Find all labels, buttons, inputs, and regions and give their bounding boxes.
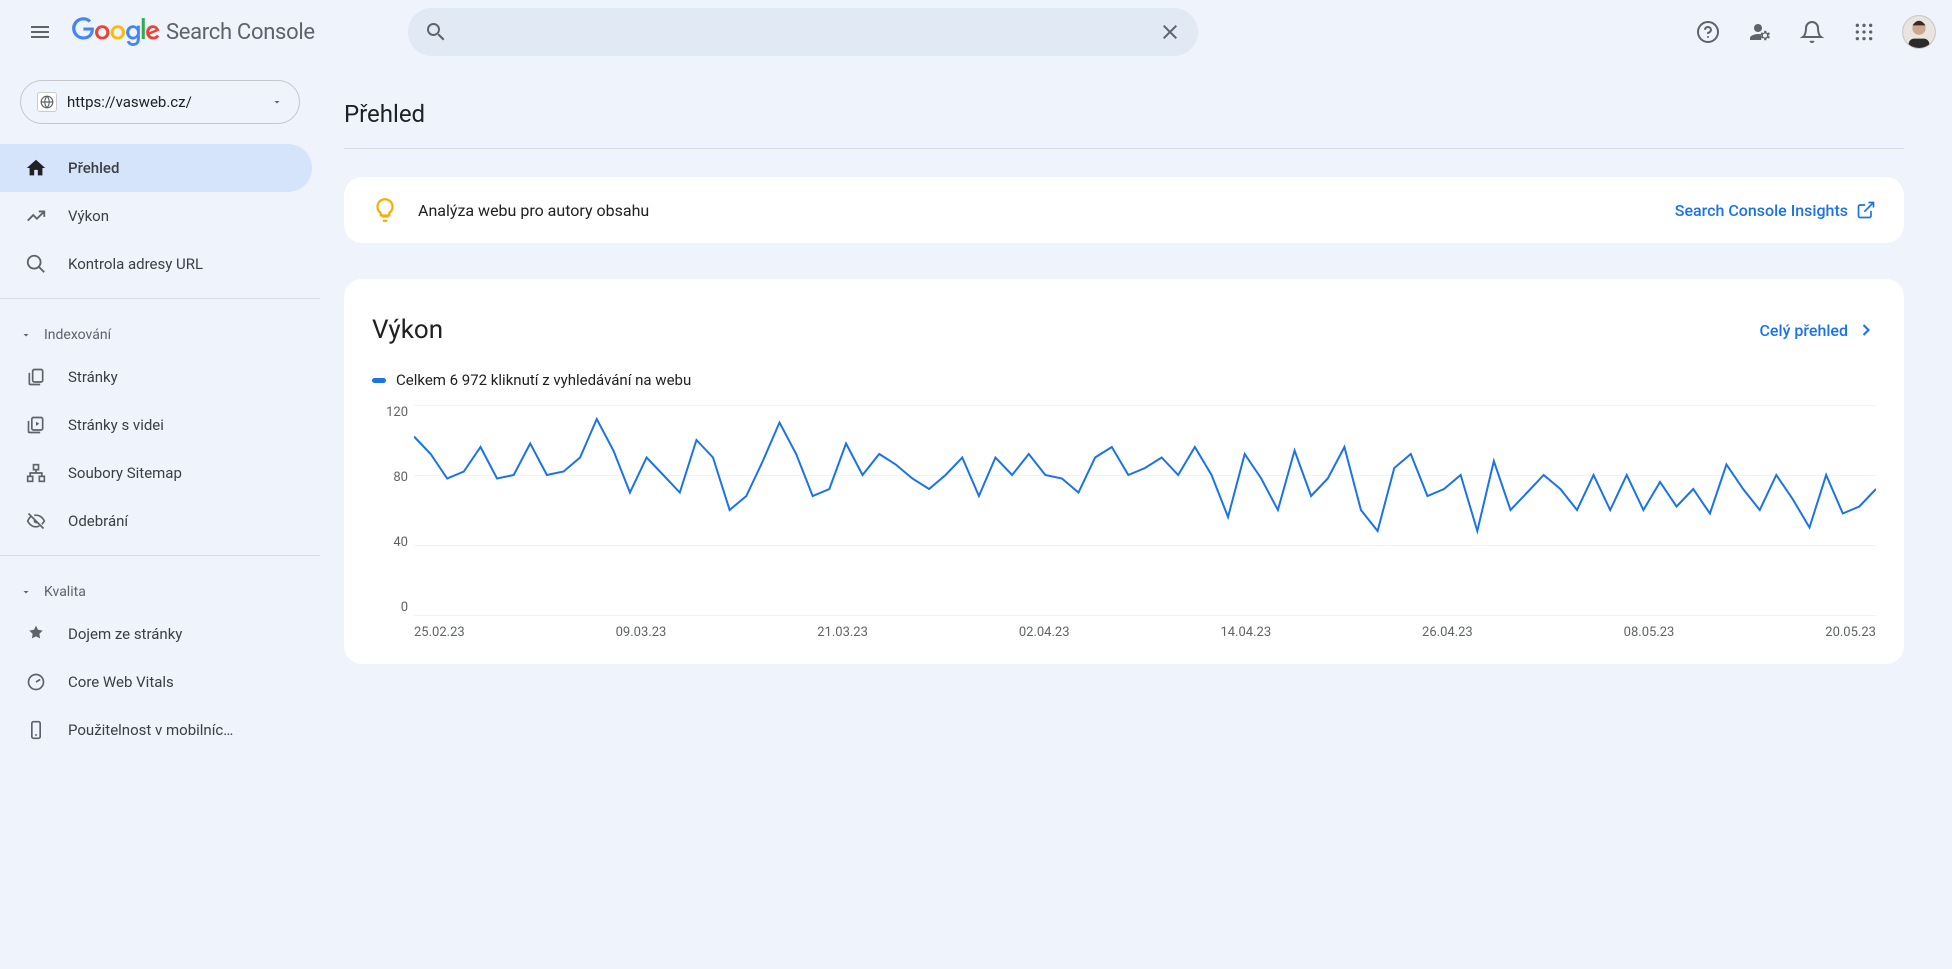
chart: 12080400 25.02.2309.03.2321.03.2302.04.2… <box>372 405 1876 640</box>
sidebar-item-pages[interactable]: Stránky <box>0 353 312 401</box>
divider <box>344 148 1904 149</box>
chart-y-axis: 12080400 <box>372 405 414 615</box>
sidebar-item-mobile-usability[interactable]: Použitelnost v mobilníc… <box>0 706 312 754</box>
video-pages-icon <box>24 415 48 435</box>
apps-button[interactable] <box>1842 10 1886 54</box>
sidebar-item-label: Výkon <box>68 207 109 225</box>
search-button[interactable] <box>416 12 456 52</box>
account-settings-button[interactable] <box>1738 10 1782 54</box>
full-report-label: Celý přehled <box>1759 321 1848 340</box>
home-icon <box>24 157 48 179</box>
help-button[interactable] <box>1686 10 1730 54</box>
search-bar[interactable] <box>408 8 1198 56</box>
property-selector[interactable]: https://vasweb.cz/ <box>20 80 300 124</box>
property-url: https://vasweb.cz/ <box>67 93 261 111</box>
caret-down-icon <box>20 586 32 598</box>
chart-plot <box>414 405 1876 615</box>
hidden-icon <box>24 511 48 531</box>
insights-link-label: Search Console Insights <box>1675 201 1848 220</box>
sidebar-item-label: Kontrola adresy URL <box>68 255 203 273</box>
legend-label: Celkem 6 972 kliknutí z vyhledávání na w… <box>396 371 691 389</box>
page-title: Přehled <box>344 100 1904 128</box>
apps-grid-icon <box>1854 22 1874 42</box>
sidebar-item-overview[interactable]: Přehled <box>0 144 312 192</box>
sidebar-item-cwv[interactable]: Core Web Vitals <box>0 658 312 706</box>
main-content: Přehled Analýza webu pro autory obsahu S… <box>320 64 1952 969</box>
chart-x-axis: 25.02.2309.03.2321.03.2302.04.2314.04.23… <box>414 625 1876 640</box>
legend-swatch <box>372 378 386 383</box>
full-report-link[interactable]: Celý přehled <box>1759 320 1876 340</box>
bell-icon <box>1800 20 1824 44</box>
gauge-icon <box>24 672 48 692</box>
search-icon <box>24 253 48 275</box>
sidebar-item-label: Přehled <box>68 159 119 177</box>
sidebar-item-label: Stránky s videi <box>68 416 164 434</box>
sidebar-item-url-inspection[interactable]: Kontrola adresy URL <box>0 240 312 288</box>
sidebar-section-indexing[interactable]: Indexování <box>0 309 320 353</box>
badge-icon <box>24 624 48 644</box>
help-icon <box>1696 20 1720 44</box>
sidebar-item-page-experience[interactable]: Dojem ze stránky <box>0 610 312 658</box>
header-left: Search Console <box>16 8 400 56</box>
sitemap-icon <box>24 463 48 483</box>
open-external-icon <box>1856 200 1876 220</box>
hamburger-icon <box>28 20 52 44</box>
avatar-image <box>1903 15 1935 49</box>
sidebar-item-label: Odebrání <box>68 512 128 530</box>
notifications-button[interactable] <box>1790 10 1834 54</box>
search-input[interactable] <box>456 23 1150 41</box>
trend-icon <box>24 205 48 227</box>
app-header: Search Console <box>0 0 1952 64</box>
chart-legend: Celkem 6 972 kliknutí z vyhledávání na w… <box>372 371 1876 389</box>
sidebar-item-label: Core Web Vitals <box>68 673 174 691</box>
sidebar-item-label: Použitelnost v mobilníc… <box>68 721 233 739</box>
chevron-right-icon <box>1856 320 1876 340</box>
avatar[interactable] <box>1902 15 1936 49</box>
header-right <box>1662 10 1936 54</box>
sidebar-item-removals[interactable]: Odebrání <box>0 497 312 545</box>
sidebar-item-performance[interactable]: Výkon <box>0 192 312 240</box>
caret-down-icon <box>271 96 283 108</box>
sidebar: https://vasweb.cz/ Přehled Výkon Kontrol… <box>0 64 320 969</box>
mobile-icon <box>24 720 48 740</box>
clear-search-button[interactable] <box>1150 12 1190 52</box>
sidebar-section-label: Kvalita <box>44 584 86 600</box>
sidebar-item-video-pages[interactable]: Stránky s videi <box>0 401 312 449</box>
caret-down-icon <box>20 329 32 341</box>
hamburger-menu-button[interactable] <box>16 8 64 56</box>
lightbulb-icon <box>372 197 398 223</box>
insights-link[interactable]: Search Console Insights <box>1675 200 1876 220</box>
sidebar-item-label: Soubory Sitemap <box>68 464 182 482</box>
sidebar-item-label: Dojem ze stránky <box>68 625 182 643</box>
logo[interactable]: Search Console <box>72 17 315 47</box>
globe-icon <box>37 92 57 112</box>
insights-card: Analýza webu pro autory obsahu Search Co… <box>344 177 1904 243</box>
search-icon <box>424 20 448 44</box>
performance-card: Výkon Celý přehled Celkem 6 972 kliknutí… <box>344 279 1904 664</box>
insights-text: Analýza webu pro autory obsahu <box>418 201 1655 220</box>
sidebar-item-label: Stránky <box>68 368 118 386</box>
sidebar-section-label: Indexování <box>44 327 111 343</box>
app-name: Search Console <box>166 20 315 45</box>
sidebar-item-sitemaps[interactable]: Soubory Sitemap <box>0 449 312 497</box>
sidebar-section-quality[interactable]: Kvalita <box>0 566 320 610</box>
close-icon <box>1158 20 1182 44</box>
performance-card-title: Výkon <box>372 315 443 345</box>
google-logo-icon <box>72 17 160 47</box>
pages-icon <box>24 367 48 387</box>
person-gear-icon <box>1748 20 1772 44</box>
